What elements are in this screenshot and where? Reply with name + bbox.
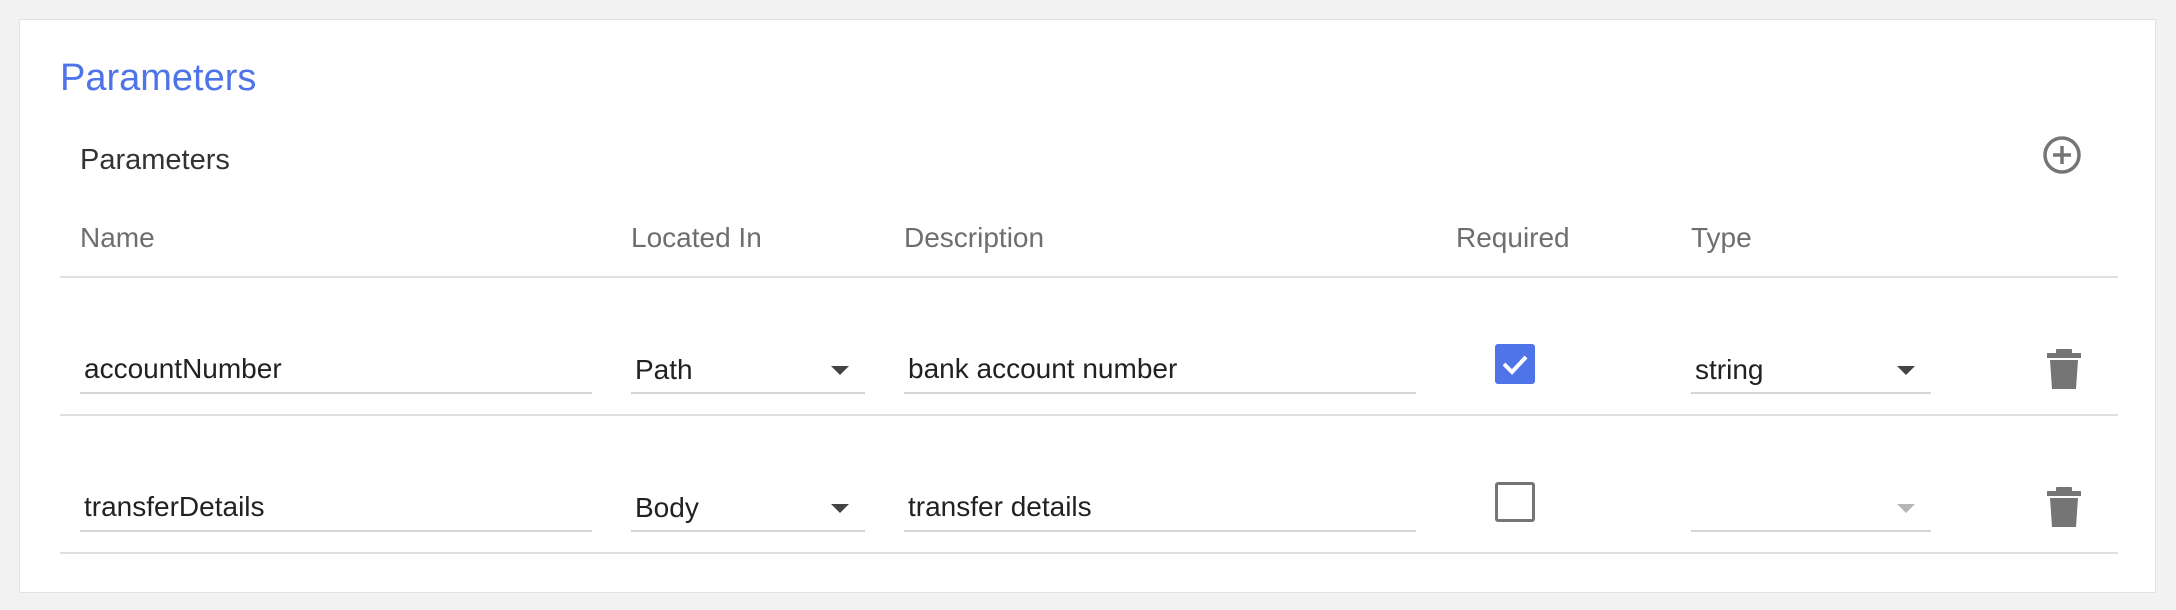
- located-in-select[interactable]: Path: [631, 350, 865, 394]
- add-parameter-icon[interactable]: [2038, 131, 2086, 179]
- parameter-description-input[interactable]: [904, 484, 1416, 532]
- chevron-down-icon: [1897, 366, 1915, 375]
- parameters-table-title: Parameters: [80, 144, 230, 176]
- delete-icon[interactable]: [2044, 347, 2084, 391]
- column-header-required: Required: [1456, 222, 1570, 253]
- located-in-value: Path: [635, 354, 693, 385]
- section-title: Parameters: [60, 57, 257, 99]
- type-select[interactable]: [1691, 488, 1931, 532]
- located-in-value: Body: [635, 492, 699, 523]
- required-checkbox[interactable]: [1495, 344, 1535, 384]
- chevron-down-icon: [831, 504, 849, 513]
- required-checkbox[interactable]: [1495, 482, 1535, 522]
- column-header-located-in: Located In: [631, 222, 762, 253]
- type-value: string: [1695, 354, 1764, 385]
- row-divider: [60, 414, 2118, 416]
- column-header-type: Type: [1691, 222, 1752, 253]
- column-header-name: Name: [80, 222, 155, 253]
- located-in-select[interactable]: Body: [631, 488, 865, 532]
- chevron-down-icon: [831, 366, 849, 375]
- parameter-description-input[interactable]: [904, 346, 1416, 394]
- parameter-name-input[interactable]: [80, 484, 592, 532]
- delete-icon[interactable]: [2044, 485, 2084, 529]
- chevron-down-icon: [1897, 504, 1915, 513]
- type-select[interactable]: string: [1691, 350, 1931, 394]
- parameter-name-input[interactable]: [80, 346, 592, 394]
- column-header-description: Description: [904, 222, 1045, 253]
- row-divider: [60, 552, 2118, 554]
- checkmark-icon: [1502, 355, 1528, 375]
- header-divider: [60, 276, 2118, 278]
